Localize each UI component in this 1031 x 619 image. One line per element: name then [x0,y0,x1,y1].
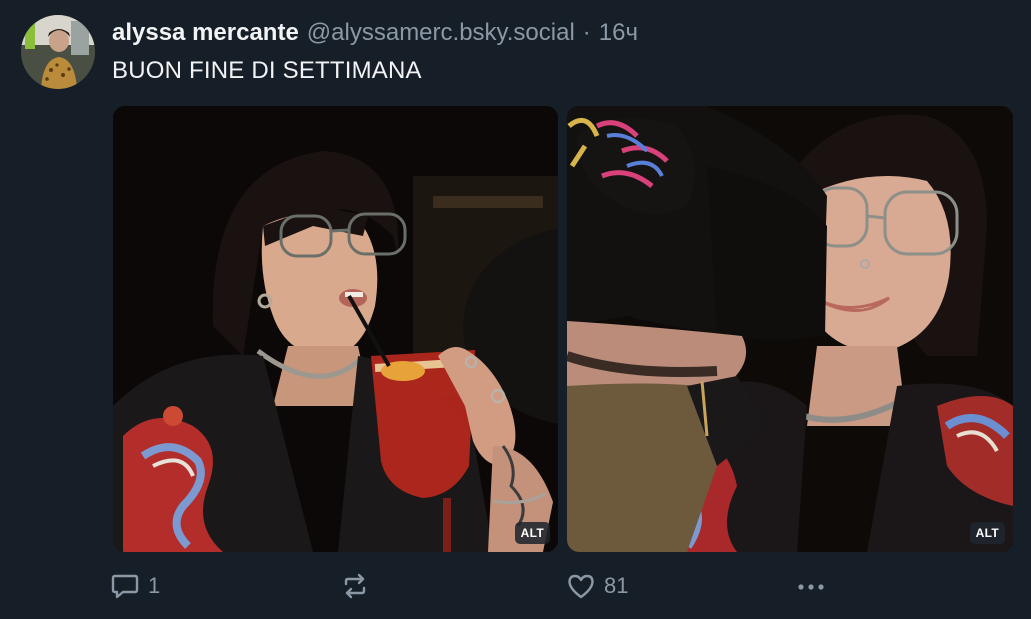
more-icon [798,584,824,590]
like-button[interactable]: 81 [566,568,628,604]
action-bar: 1 81 [110,568,830,604]
reply-icon [111,574,139,599]
post-image-1[interactable]: ALT [113,106,558,552]
photo-couple [567,106,1013,552]
display-name[interactable]: alyssa mercante [112,18,299,48]
more-options-button[interactable] [794,568,828,604]
alt-badge[interactable]: ALT [514,522,550,544]
separator-dot: · [582,19,591,46]
alt-badge[interactable]: ALT [969,522,1005,544]
handle[interactable]: @alyssamerc.bsky.social [307,18,575,48]
post-timestamp[interactable]: 16ч [599,18,638,48]
avatar[interactable] [21,15,95,89]
photo-drink [113,106,558,552]
repost-button[interactable] [340,568,370,604]
avatar-image [21,15,95,89]
like-count: 81 [604,573,629,598]
repost-icon [344,573,366,599]
reply-count: 1 [148,573,161,598]
post-text: BUON FINE DI SETTIMANA [112,57,422,84]
post-image-2[interactable]: ALT [567,106,1013,552]
reply-button[interactable]: 1 [110,568,160,604]
post-header: alyssa mercante @alyssamerc.bsky.social … [112,18,638,48]
post: alyssa mercante @alyssamerc.bsky.social … [0,0,1031,619]
heart-icon [568,574,594,599]
